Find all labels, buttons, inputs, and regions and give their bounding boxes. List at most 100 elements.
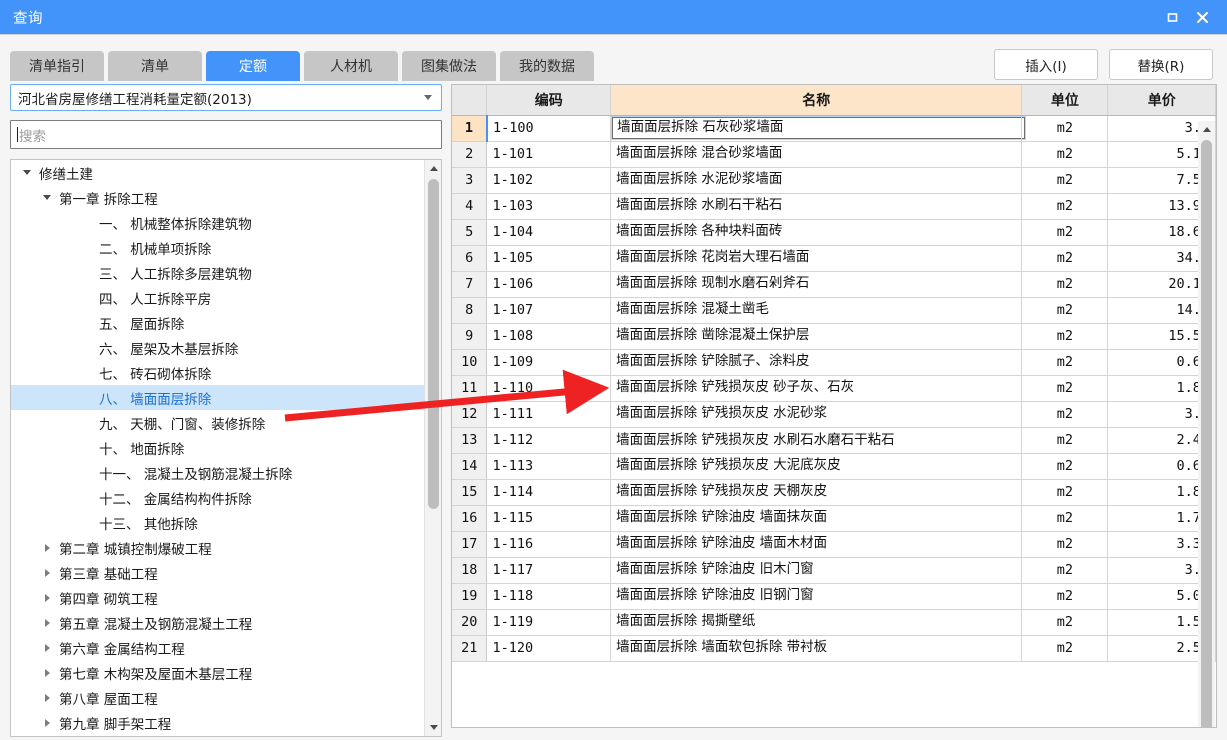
row-index-cell[interactable]: 6 <box>452 245 488 272</box>
row-index-cell[interactable]: 14 <box>452 453 488 480</box>
unit-cell[interactable]: m2 <box>1021 505 1109 532</box>
code-cell[interactable]: 1-114 <box>486 479 612 506</box>
tree-item[interactable]: 第三章 基础工程 <box>11 560 441 585</box>
unit-cell[interactable]: m2 <box>1021 635 1109 662</box>
code-cell[interactable]: 1-107 <box>486 297 612 324</box>
code-cell[interactable]: 1-109 <box>486 349 612 376</box>
tree-item[interactable]: 四、 人工拆除平房 <box>11 285 441 310</box>
row-index-cell[interactable]: 20 <box>452 609 488 636</box>
code-cell[interactable]: 1-102 <box>486 167 612 194</box>
unit-cell[interactable]: m2 <box>1021 115 1109 142</box>
name-cell[interactable]: 墙面面层拆除 揭撕壁纸 <box>610 609 1023 636</box>
category-tree[interactable]: 修缮土建 第一章 拆除工程 一、 机械整体拆除建筑物 二、 机械单项拆除 三、 人工拆除… <box>10 159 442 737</box>
code-cell[interactable]: 1-100 <box>485 115 612 142</box>
tree-scrollbar-thumb[interactable] <box>428 179 439 509</box>
unit-cell[interactable]: m2 <box>1021 219 1109 246</box>
scroll-down-icon[interactable] <box>425 719 441 736</box>
name-cell[interactable]: 墙面面层拆除 各种块料面砖 <box>610 219 1023 246</box>
column-header-code[interactable]: 编码 <box>486 85 612 116</box>
tree-item[interactable]: 第四章 砌筑工程 <box>11 585 441 610</box>
code-cell[interactable]: 1-110 <box>486 375 612 402</box>
row-index-cell[interactable]: 5 <box>452 219 488 246</box>
table-row[interactable]: 11 1-110 墙面面层拆除 铲残损灰皮 砂子灰、石灰 m2 1.88 <box>452 375 1216 402</box>
row-index-cell[interactable]: 2 <box>452 141 488 168</box>
row-index-cell[interactable]: 7 <box>452 271 488 298</box>
tree-item[interactable]: 修缮土建 <box>11 160 441 185</box>
name-cell[interactable]: 墙面面层拆除 墙面软包拆除 带衬板 <box>610 635 1023 662</box>
unit-cell[interactable]: m2 <box>1021 349 1109 376</box>
unit-cell[interactable]: m2 <box>1021 167 1109 194</box>
column-header-name[interactable]: 名称 <box>610 85 1023 116</box>
table-row[interactable]: 19 1-118 墙面面层拆除 铲除油皮 旧钢门窗 m2 5.08 <box>452 583 1216 610</box>
chevron-down-icon[interactable] <box>19 160 35 185</box>
name-cell[interactable]: 墙面面层拆除 凿除混凝土保护层 <box>610 323 1023 350</box>
grid-scrollbar-thumb[interactable] <box>1201 140 1212 727</box>
unit-cell[interactable]: m2 <box>1021 141 1109 168</box>
code-cell[interactable]: 1-103 <box>486 193 612 220</box>
table-row[interactable]: 13 1-112 墙面面层拆除 铲残损灰皮 水刷石水磨石干粘石 m2 2.49 <box>452 427 1216 454</box>
tree-item[interactable]: 十三、 其他拆除 <box>11 510 441 535</box>
grid-scrollbar[interactable] <box>1198 121 1215 727</box>
table-row[interactable]: 9 1-108 墙面面层拆除 凿除混凝土保护层 m2 15.51 <box>452 323 1216 350</box>
code-cell[interactable]: 1-106 <box>486 271 612 298</box>
name-cell[interactable]: 墙面面层拆除 水泥砂浆墙面 <box>610 167 1023 194</box>
tree-item[interactable]: 第六章 金属结构工程 <box>11 635 441 660</box>
close-icon[interactable] <box>1187 0 1217 34</box>
name-cell[interactable]: 墙面面层拆除 混合砂浆墙面 <box>610 141 1023 168</box>
library-select[interactable]: 河北省房屋修缮工程消耗量定额(2013) <box>10 84 442 111</box>
table-row[interactable]: 4 1-103 墙面面层拆除 水刷石干粘石 m2 13.96 <box>452 193 1216 220</box>
tab-rencaiji[interactable]: 人材机 <box>304 51 398 81</box>
table-row[interactable]: 20 1-119 墙面面层拆除 揭撕壁纸 m2 1.55 <box>452 609 1216 636</box>
table-row[interactable]: 5 1-104 墙面面层拆除 各种块料面砖 m2 18.61 <box>452 219 1216 246</box>
row-index-cell[interactable]: 12 <box>452 401 488 428</box>
code-cell[interactable]: 1-101 <box>486 141 612 168</box>
code-cell[interactable]: 1-118 <box>486 583 612 610</box>
tree-item[interactable]: 五、 屋面拆除 <box>11 310 441 335</box>
row-index-cell[interactable]: 10 <box>452 349 488 376</box>
tree-item[interactable]: 七、 砖石砌体拆除 <box>11 360 441 385</box>
tree-item[interactable]: 第七章 木构架及屋面木基层工程 <box>11 660 441 685</box>
unit-cell[interactable]: m2 <box>1021 245 1109 272</box>
row-index-cell[interactable]: 15 <box>452 479 488 506</box>
tab-qingdan[interactable]: 清单 <box>108 51 202 81</box>
table-row[interactable]: 18 1-117 墙面面层拆除 铲除油皮 旧木门窗 m2 3.9 <box>452 557 1216 584</box>
tree-item[interactable]: 九、 天棚、门窗、装修拆除 <box>11 410 441 435</box>
row-index-cell[interactable]: 17 <box>452 531 488 558</box>
table-row[interactable]: 12 1-111 墙面面层拆除 铲残损灰皮 水泥砂浆 m2 3.1 <box>452 401 1216 428</box>
name-cell[interactable]: 墙面面层拆除 铲残损灰皮 大泥底灰皮 <box>610 453 1023 480</box>
name-cell[interactable]: 墙面面层拆除 石灰砂浆墙面 <box>610 115 1027 142</box>
tree-item[interactable]: 第九章 脚手架工程 <box>11 710 441 735</box>
name-cell[interactable]: 墙面面层拆除 铲除油皮 墙面抹灰面 <box>610 505 1023 532</box>
chevron-down-icon[interactable] <box>39 185 55 210</box>
table-row[interactable]: 7 1-106 墙面面层拆除 现制水磨石剁斧石 m2 20.16 <box>452 271 1216 298</box>
chevron-right-icon[interactable] <box>39 710 55 735</box>
code-cell[interactable]: 1-117 <box>486 557 612 584</box>
table-row[interactable]: 3 1-102 墙面面层拆除 水泥砂浆墙面 m2 7.57 <box>452 167 1216 194</box>
unit-cell[interactable]: m2 <box>1021 531 1109 558</box>
name-cell[interactable]: 墙面面层拆除 铲残损灰皮 水刷石水磨石干粘石 <box>610 427 1023 454</box>
code-cell[interactable]: 1-112 <box>486 427 612 454</box>
row-index-cell[interactable]: 4 <box>452 193 488 220</box>
chevron-right-icon[interactable] <box>39 585 55 610</box>
tree-scrollbar[interactable] <box>424 160 441 736</box>
name-cell[interactable]: 墙面面层拆除 铲残损灰皮 天棚灰皮 <box>610 479 1023 506</box>
table-row[interactable]: 17 1-116 墙面面层拆除 铲除油皮 墙面木材面 m2 3.38 <box>452 531 1216 558</box>
row-index-cell[interactable]: 1 <box>452 115 488 142</box>
tree-item[interactable]: 三、 人工拆除多层建筑物 <box>11 260 441 285</box>
row-index-cell[interactable]: 3 <box>452 167 488 194</box>
column-header-unit[interactable]: 单位 <box>1021 85 1109 116</box>
table-row[interactable]: 10 1-109 墙面面层拆除 铲除腻子、涂料皮 m2 0.66 <box>452 349 1216 376</box>
table-row[interactable]: 21 1-120 墙面面层拆除 墙面软包拆除 带衬板 m2 2.59 <box>452 635 1216 662</box>
unit-cell[interactable]: m2 <box>1021 453 1109 480</box>
name-cell[interactable]: 墙面面层拆除 水刷石干粘石 <box>610 193 1023 220</box>
tree-item[interactable]: 十、 地面拆除 <box>11 435 441 460</box>
chevron-right-icon[interactable] <box>39 685 55 710</box>
table-row[interactable]: 8 1-107 墙面面层拆除 混凝土凿毛 m2 14.9 <box>452 297 1216 324</box>
unit-cell[interactable]: m2 <box>1021 401 1109 428</box>
code-cell[interactable]: 1-116 <box>486 531 612 558</box>
table-row[interactable]: 16 1-115 墙面面层拆除 铲除油皮 墙面抹灰面 m2 1.74 <box>452 505 1216 532</box>
chevron-right-icon[interactable] <box>39 660 55 685</box>
name-cell[interactable]: 墙面面层拆除 铲除油皮 墙面木材面 <box>610 531 1023 558</box>
tree-item[interactable]: 第五章 混凝土及钢筋混凝土工程 <box>11 610 441 635</box>
tree-item[interactable]: 六、 屋架及木基层拆除 <box>11 335 441 360</box>
